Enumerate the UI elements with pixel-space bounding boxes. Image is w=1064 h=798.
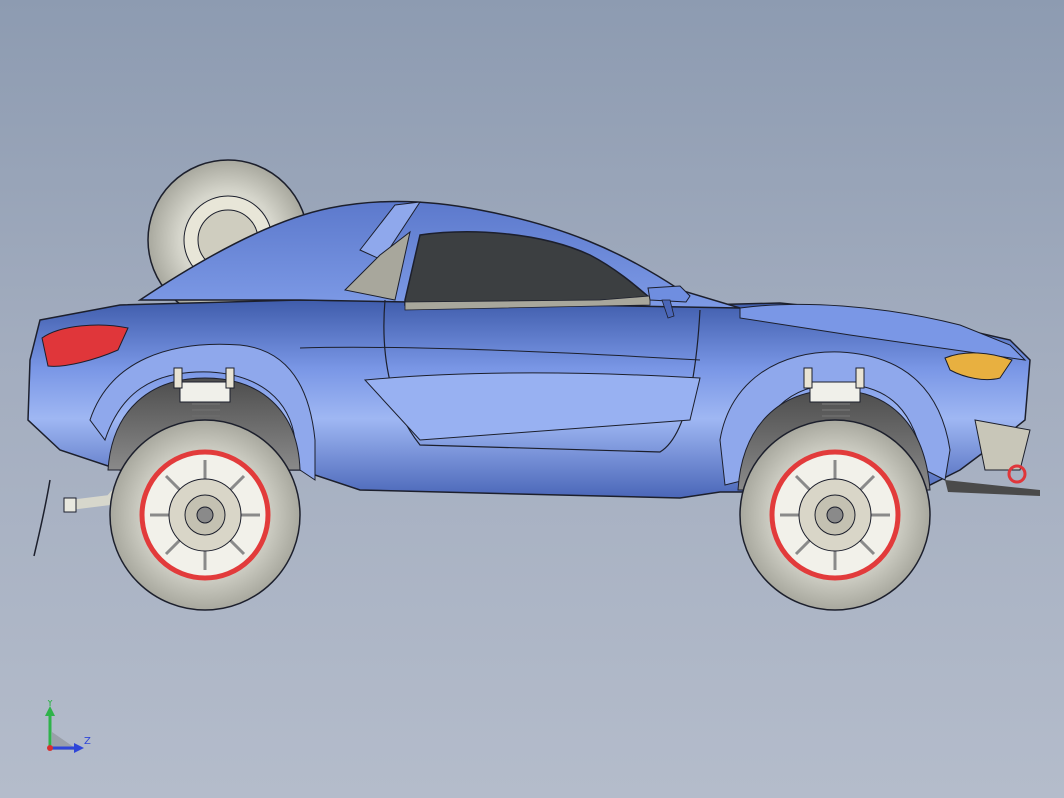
axis-triad: Y Z (45, 700, 91, 753)
x-axis-icon (47, 745, 53, 751)
front-wheel[interactable] (739, 419, 931, 611)
rear-wheel[interactable] (109, 419, 301, 611)
y-axis-label: Y (46, 700, 54, 709)
car-model-view[interactable] (0, 0, 1064, 798)
graphics-viewport[interactable]: Y Z (0, 0, 1064, 798)
z-axis-label: Z (84, 736, 91, 747)
z-arrow-icon (74, 743, 84, 753)
